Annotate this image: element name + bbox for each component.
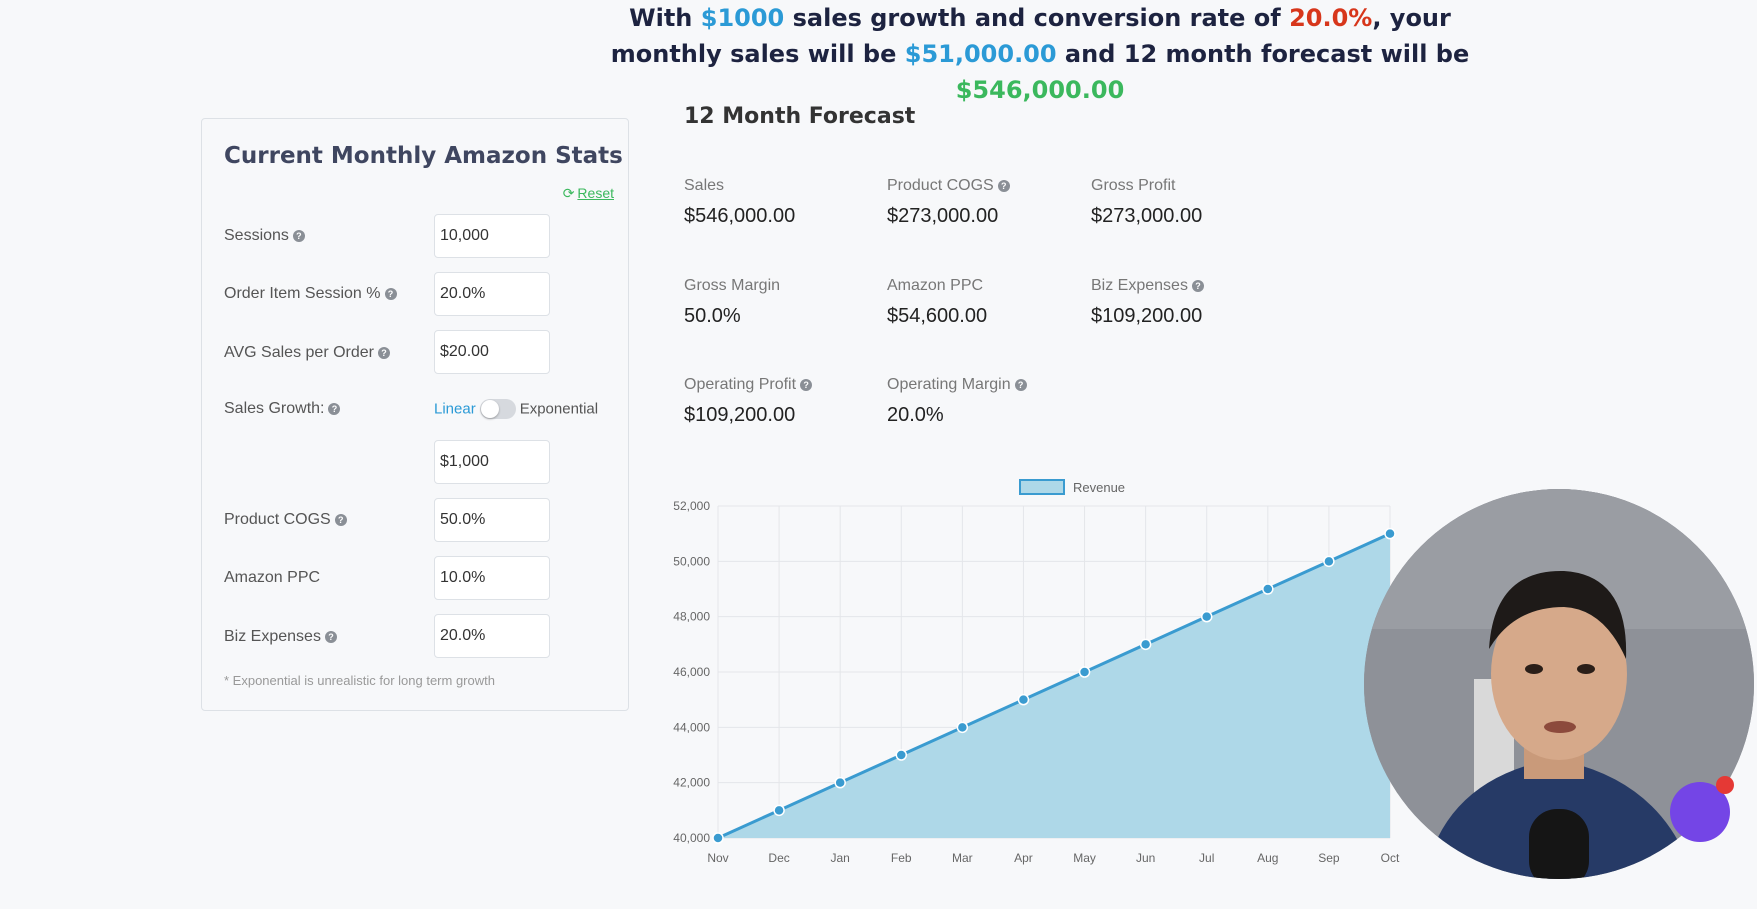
help-icon[interactable]: ? (328, 402, 341, 415)
revenue-point (1384, 527, 1396, 540)
metric-gross-profit: Gross Profit $273,000.00 (1091, 177, 1203, 227)
help-icon[interactable]: ? (384, 287, 397, 300)
biz-expenses-label: Biz Expenses? (224, 628, 337, 646)
forecast-title: 12 Month Forecast (684, 104, 916, 129)
sessions-input[interactable] (434, 214, 550, 258)
y-tick-label: 42,000 (673, 776, 710, 790)
metric-amazon-ppc: Amazon PPC $54,600.00 (887, 277, 988, 327)
help-icon[interactable]: ? (1014, 378, 1027, 391)
headline-rate: 20.0% (1289, 4, 1373, 32)
toggle-linear-label[interactable]: Linear (434, 401, 476, 418)
x-tick-label: Nov (707, 851, 728, 865)
revenue-point (834, 776, 846, 789)
help-icon[interactable]: ? (377, 346, 390, 359)
headline-growth: $1000 (700, 4, 785, 32)
reset-link[interactable]: ⟳ Reset (563, 185, 614, 202)
headline-monthly-sales: $51,000.00 (904, 40, 1057, 68)
card-title: Current Monthly Amazon Stats (224, 143, 623, 169)
cogs-input[interactable] (434, 498, 550, 542)
revenue-point (1262, 583, 1274, 595)
switch-knob (480, 400, 499, 418)
ppc-input[interactable] (434, 556, 550, 600)
footnote: * Exponential is unrealistic for long te… (224, 673, 495, 688)
growth-mode-toggle[interactable]: Linear Exponential (434, 399, 598, 423)
reset-label: Reset (577, 185, 614, 201)
revenue-point (1139, 638, 1152, 651)
legend-label: Revenue (1073, 480, 1125, 495)
x-tick-label: Dec (768, 851, 789, 865)
x-tick-label: Sep (1318, 851, 1340, 865)
headline-text-2: sales growth and conversion rate of (784, 4, 1290, 32)
metric-operating-profit: Operating Profit? $109,200.00 (684, 376, 884, 427)
revenue-chart: 40,000 42,000 44,000 46,000 48,000 50,000 52,0… (673, 479, 1400, 865)
metric-product-cogs: Product COGS? $273,000.00 (887, 177, 1087, 228)
current-stats-card: Current Monthly Amazon Stats ⟳ Reset Sess… (201, 118, 629, 711)
notification-dot (1716, 776, 1734, 794)
biz-expenses-input[interactable] (434, 614, 550, 658)
help-icon[interactable]: ? (800, 378, 813, 391)
ppc-label: Amazon PPC (224, 569, 321, 586)
headline-text-4: and 12 month forecast will be (1056, 40, 1470, 68)
sales-growth-input[interactable] (434, 440, 550, 484)
revenue-point (712, 832, 724, 844)
y-tick-label: 48,000 (673, 610, 710, 624)
cogs-label: Product COGS? (224, 511, 347, 529)
legend-swatch (1019, 479, 1065, 495)
growth-switch[interactable] (479, 399, 516, 419)
x-tick-label: Aug (1257, 851, 1278, 865)
headline-forecast: $546,000.00 (955, 76, 1125, 104)
x-tick-label: Mar (952, 851, 973, 865)
toggle-exponential-label[interactable]: Exponential (520, 401, 598, 418)
revenue-point (1323, 555, 1335, 568)
y-tick-label: 52,000 (673, 499, 710, 513)
revenue-point (956, 721, 969, 734)
refresh-icon: ⟳ (562, 185, 575, 201)
help-icon[interactable]: ? (292, 229, 305, 242)
revenue-point (895, 749, 908, 761)
revenue-point (773, 804, 785, 817)
help-icon[interactable]: ? (997, 179, 1010, 192)
revenue-point (1078, 666, 1091, 678)
avg-sales-label: AVG Sales per Order? (224, 344, 390, 362)
x-tick-label: Jun (1136, 851, 1155, 865)
x-tick-label: Jul (1199, 851, 1214, 865)
metric-gross-margin: Gross Margin 50.0% (684, 277, 781, 327)
metric-operating-margin: Operating Margin? 20.0% (887, 376, 1087, 427)
revenue-point (1017, 693, 1030, 706)
x-tick-label: Oct (1381, 851, 1400, 865)
sales-growth-label: Sales Growth:? (224, 400, 341, 418)
x-tick-label: Apr (1014, 851, 1033, 865)
headline-text-1: With (629, 4, 701, 32)
x-tick-label: Jan (831, 851, 850, 865)
help-icon[interactable]: ? (1191, 279, 1204, 292)
x-tick-label: Feb (891, 851, 912, 865)
y-tick-label: 40,000 (673, 831, 710, 845)
y-tick-label: 50,000 (673, 554, 710, 568)
x-tick-label: May (1073, 851, 1096, 865)
sessions-label: Sessions? (224, 227, 305, 245)
y-tick-label: 46,000 (673, 665, 710, 679)
help-icon[interactable]: ? (324, 630, 337, 643)
revenue-point (1200, 610, 1213, 623)
summary-headline: With $1000 sales growth and conversion r… (600, 0, 1480, 108)
ois-label: Order Item Session %? (224, 285, 397, 303)
help-icon[interactable]: ? (334, 513, 347, 526)
metric-sales: Sales $546,000.00 (684, 177, 796, 227)
ois-input[interactable] (434, 272, 550, 316)
metric-biz-expenses: Biz Expenses? $109,200.00 (1091, 277, 1204, 327)
y-tick-label: 44,000 (673, 720, 710, 734)
avg-sales-input[interactable] (434, 330, 550, 374)
